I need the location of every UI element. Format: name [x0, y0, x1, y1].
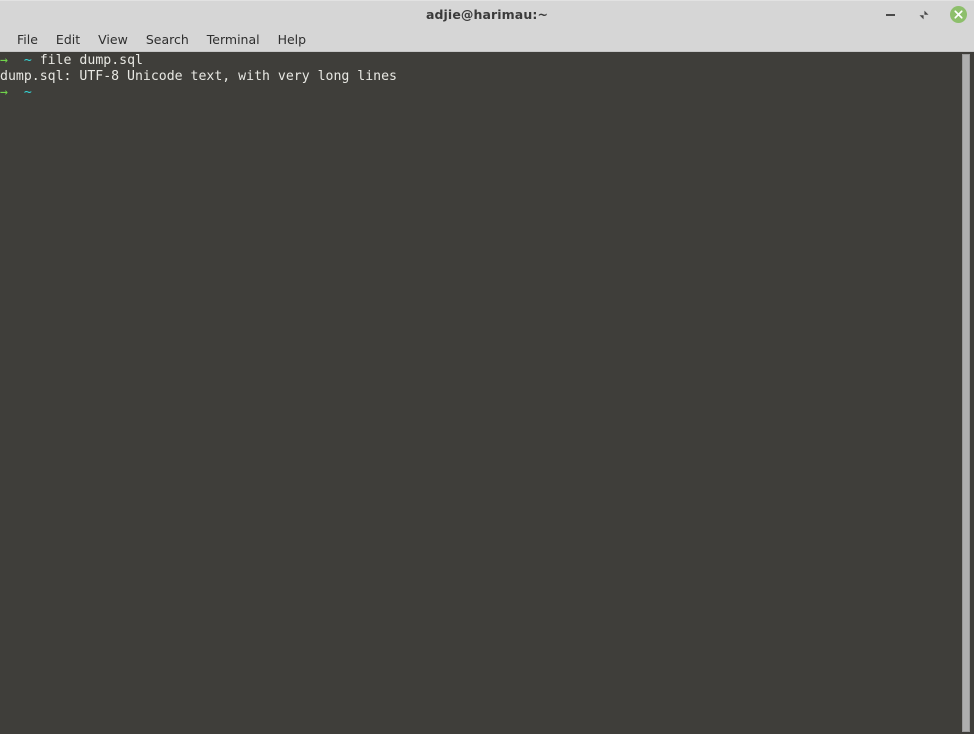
prompt-arrow-icon: →: [0, 85, 8, 100]
close-icon-bg: [949, 6, 967, 23]
menu-item-terminal[interactable]: Terminal: [198, 30, 269, 49]
terminal-line: dump.sql: UTF-8 Unicode text, with very …: [0, 69, 961, 85]
menubar: File Edit View Search Terminal Help: [0, 27, 974, 52]
terminal-command-text: file dump.sql: [31, 53, 143, 68]
prompt-arrow-icon: →: [0, 53, 8, 68]
menu-item-help[interactable]: Help: [269, 30, 316, 49]
close-button[interactable]: [948, 5, 968, 25]
menu-item-file[interactable]: File: [8, 30, 47, 49]
prompt-spacer: [8, 53, 24, 68]
close-icon: [953, 10, 963, 19]
menu-item-view[interactable]: View: [89, 30, 137, 49]
terminal-output[interactable]: → ~ file dump.sql dump.sql: UTF-8 Unicode…: [0, 52, 961, 734]
maximize-button[interactable]: [914, 5, 934, 25]
menu-item-edit[interactable]: Edit: [47, 30, 89, 49]
terminal-output-text: dump.sql: UTF-8 Unicode text, with very …: [0, 69, 397, 84]
prompt-path: ~: [23, 85, 32, 100]
scrollbar-thumb[interactable]: [962, 54, 970, 732]
titlebar[interactable]: adjie@harimau:~: [0, 0, 974, 27]
minimize-icon: [885, 13, 895, 16]
prompt-spacer: [8, 85, 24, 100]
menu-item-search[interactable]: Search: [137, 30, 198, 49]
window-title: adjie@harimau:~: [425, 6, 549, 22]
terminal-area[interactable]: → ~ file dump.sql dump.sql: UTF-8 Unicode…: [0, 52, 974, 734]
terminal-line: → ~ file dump.sql: [0, 53, 961, 69]
window-controls: [880, 1, 968, 28]
terminal-line: → ~: [0, 85, 961, 101]
minimize-button[interactable]: [880, 5, 900, 25]
terminal-scrollbar[interactable]: [961, 52, 974, 734]
prompt-path: ~: [23, 53, 32, 68]
terminal-window: adjie@harimau:~ File Edit View Search Te…: [0, 0, 974, 734]
restore-icon: [919, 10, 929, 19]
